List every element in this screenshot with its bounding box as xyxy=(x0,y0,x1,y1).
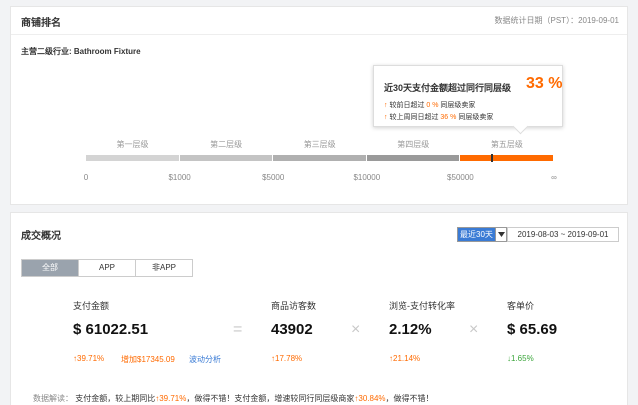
callout-line-1: ↑ 较前日超过 0 % 同层级卖家 xyxy=(384,102,476,109)
unit-price-label: 客单价 xyxy=(507,301,535,311)
unit-price-change: ↓1.65% xyxy=(507,354,534,363)
visitors-value: 43902 xyxy=(271,321,313,338)
up-arrow-icon: ↑ xyxy=(384,102,388,109)
callout-percent: 33 % xyxy=(526,75,563,92)
transaction-panel: 成交概况 最近30天 2019-08-03 ~ 2019-09-01 全部 AP… xyxy=(10,212,628,405)
channel-tabs: 全部 APP 非APP xyxy=(21,259,193,277)
conversion-change: ↑21.14% xyxy=(389,354,421,363)
tier-segment xyxy=(273,155,366,161)
callout-headline: 近30天支付金额超过同行同层级 xyxy=(384,83,512,93)
up-arrow-icon: ↑ xyxy=(384,114,388,121)
visitors-label: 商品访客数 xyxy=(271,301,317,311)
conversion-value: 2.12% xyxy=(389,321,432,338)
data-interpretation: 数据解读： 支付金额，较上期同比↑39.71%，做得不错！支付金额，增速较同行同… xyxy=(33,394,434,403)
tier-label: 第一层级 xyxy=(116,140,149,149)
date-range-picker[interactable]: 2019-08-03 ~ 2019-09-01 xyxy=(507,227,619,242)
tier-label: 第四层级 xyxy=(397,140,430,149)
callout-line-2: ↑ 较上周同日超过 36 % 同层级卖家 xyxy=(384,114,494,121)
tier-tick-label: $5000 xyxy=(262,173,285,182)
period-select[interactable]: 最近30天 xyxy=(457,227,507,242)
visitors-change: ↑17.78% xyxy=(271,354,303,363)
tier-label: 第五层级 xyxy=(490,140,523,149)
tier-tick-label: ∞ xyxy=(551,173,557,182)
rank-callout: 近30天支付金额超过同行同层级 33 % ↑ 较前日超过 0 % 同层级卖家 ↑… xyxy=(373,65,563,127)
tier-tick-label: $1000 xyxy=(168,173,191,182)
tier-segment xyxy=(366,155,460,161)
equals-sign: = xyxy=(233,321,243,338)
transaction-title: 成交概况 xyxy=(21,231,61,242)
divider xyxy=(11,34,627,35)
tier-tick-label: $10000 xyxy=(353,173,381,182)
tier-label: 第二层级 xyxy=(210,140,243,149)
tier-segment xyxy=(179,155,273,161)
tab-all[interactable]: 全部 xyxy=(22,260,79,276)
multiply-sign-2: × xyxy=(469,321,479,338)
fluctuation-analysis-link[interactable]: 波动分析 xyxy=(189,354,221,365)
payment-increase: 增加$17345.09 xyxy=(121,355,175,364)
tier-tick-label: $50000 xyxy=(447,173,474,182)
tab-app[interactable]: APP xyxy=(79,260,136,276)
payment-value: $ 61022.51 xyxy=(73,321,149,338)
conversion-label: 浏览-支付转化率 xyxy=(389,301,455,311)
tab-non-app[interactable]: 非APP xyxy=(136,260,192,276)
tier-tick-label: 0 xyxy=(83,173,89,182)
stat-date: 数据统计日期（PST）：2019-09-01 xyxy=(494,16,619,25)
tier-segment xyxy=(86,155,179,161)
rank-position-marker xyxy=(491,154,494,162)
unit-price-value: $ 65.69 xyxy=(507,321,558,338)
tier-segment-active xyxy=(460,155,553,161)
payment-label: 支付金额 xyxy=(73,301,110,311)
multiply-sign-1: × xyxy=(351,321,361,338)
store-rank-title: 商铺排名 xyxy=(21,18,61,29)
chevron-down-icon xyxy=(495,228,506,241)
tier-label: 第三层级 xyxy=(303,140,336,149)
industry-label: 主营二级行业: Bathroom Fixture xyxy=(21,47,141,56)
store-rank-panel: 商铺排名 数据统计日期（PST）：2019-09-01 主营二级行业: Bath… xyxy=(10,6,628,205)
payment-change: ↑39.71% xyxy=(73,354,105,363)
